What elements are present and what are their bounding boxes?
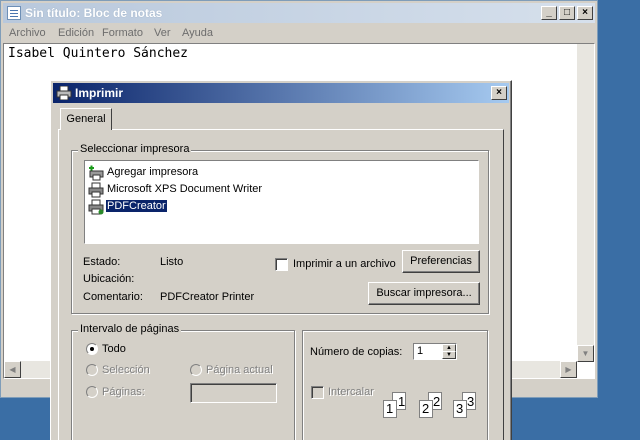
add-printer-icon	[89, 165, 104, 181]
collate-page-number: 2	[433, 394, 441, 409]
printer-list[interactable]: Agregar impresora Microsoft XPS Document…	[84, 160, 479, 244]
location-label: Ubicación:	[83, 273, 135, 285]
copies-value: 1	[417, 345, 424, 357]
comment-label: Comentario:	[83, 291, 143, 303]
scroll-left-icon[interactable]: ◀	[4, 361, 21, 378]
range-current-page-radio[interactable]	[190, 364, 202, 376]
print-dialog-title: Imprimir	[75, 86, 124, 100]
collate-page-number: 3	[456, 401, 464, 416]
collate-page-number: 2	[422, 401, 430, 416]
collate-page-number: 1	[386, 401, 394, 416]
collate-checkbox[interactable]	[311, 386, 324, 399]
range-all-radio[interactable]	[86, 343, 98, 355]
printer-icon	[88, 182, 104, 198]
find-printer-button[interactable]: Buscar impresora...	[368, 282, 480, 305]
spin-down-icon[interactable]: ▼	[442, 351, 456, 359]
notepad-title: Sin título: Bloc de notas	[25, 6, 163, 20]
printer-name: Agregar impresora	[107, 166, 199, 178]
close-notepad-button[interactable]: ×	[577, 6, 593, 20]
range-pages-radio[interactable]	[86, 386, 98, 398]
maximize-button[interactable]: □	[559, 6, 575, 20]
copies-spinner[interactable]: 1 ▲ ▼	[413, 343, 457, 360]
pages-input[interactable]	[190, 383, 277, 403]
notepad-title-bar: Sin título: Bloc de notas _ □ ×	[3, 3, 595, 23]
copies-label: Número de copias:	[310, 346, 403, 358]
printer-name: Microsoft XPS Document Writer	[107, 183, 263, 195]
range-current-page-label: Página actual	[206, 364, 273, 376]
collate-page-number: 3	[467, 394, 475, 409]
tab-general[interactable]: General	[60, 108, 112, 130]
print-dialog-title-bar: Imprimir ×	[53, 83, 509, 103]
preferences-button[interactable]: Preferencias	[402, 250, 480, 273]
menu-ver[interactable]: Ver	[154, 27, 171, 39]
notepad-menu-bar: Archivo Edición Formato Ver Ayuda	[3, 24, 595, 44]
page-range-legend: Intervalo de páginas	[78, 323, 182, 335]
scroll-down-icon[interactable]: ▼	[577, 345, 594, 362]
print-to-file-label: Imprimir a un archivo	[293, 258, 396, 270]
menu-ayuda[interactable]: Ayuda	[182, 27, 213, 39]
menu-edicion[interactable]: Edición	[58, 27, 94, 39]
printer-name: PDFCreator	[105, 199, 168, 213]
range-pages-label: Páginas:	[102, 386, 145, 398]
range-selection-radio[interactable]	[86, 364, 98, 376]
status-value: Listo	[160, 256, 184, 268]
menu-archivo[interactable]: Archivo	[9, 27, 46, 39]
select-printer-legend: Seleccionar impresora	[78, 143, 192, 155]
status-label: Estado:	[83, 256, 121, 268]
collate-label: Intercalar	[328, 386, 374, 398]
collate-page-number: 1	[398, 394, 406, 409]
printer-icon	[56, 86, 72, 100]
close-dialog-button[interactable]: ×	[491, 86, 507, 100]
range-selection-label: Selección	[102, 364, 150, 376]
scroll-right-icon[interactable]: ▶	[560, 361, 577, 378]
vertical-scrollbar[interactable]: ▼	[577, 44, 594, 362]
printer-icon	[88, 199, 104, 215]
notepad-icon	[7, 6, 21, 20]
menu-formato[interactable]: Formato	[102, 27, 143, 39]
minimize-button[interactable]: _	[541, 6, 557, 20]
notepad-content: Isabel Quintero Sánchez	[8, 46, 189, 61]
print-to-file-checkbox[interactable]	[275, 258, 288, 271]
comment-value: PDFCreator Printer	[160, 291, 255, 303]
range-all-label: Todo	[102, 343, 126, 355]
